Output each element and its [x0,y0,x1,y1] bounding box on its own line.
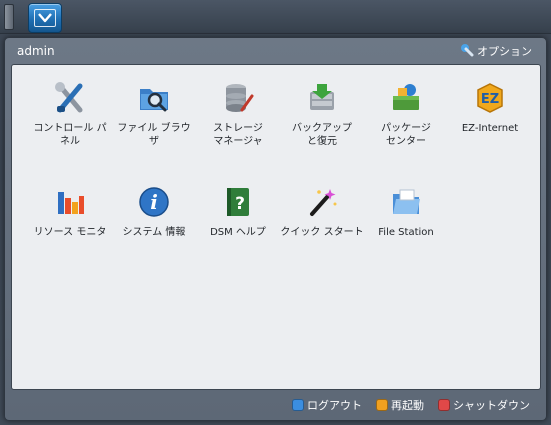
backup-restore-icon [306,82,338,114]
app-label: ファイル ブラウ ザ [117,123,191,147]
app-ez-internet[interactable]: EZ EZ-Internet [448,82,532,166]
options-label: オプション [477,45,532,58]
app-file-station[interactable]: File Station [364,186,448,270]
dsm-help-icon: ? [222,186,254,218]
control-panel-icon [54,82,86,114]
quick-start-icon [306,186,338,218]
restart-label: 再起動 [391,399,424,412]
app-label: リソース モニタ [33,227,107,238]
app-label: File Station [378,227,434,238]
taskbar [0,0,551,34]
app-backup-restore[interactable]: バックアップ と復元 [280,82,364,166]
main-menu-panel: admin オプション コントロール パ ネル ファイル ブラウ ザ ストレージ… [4,37,547,421]
app-resource-monitor[interactable]: リソース モニタ [28,186,112,270]
app-storage-manager[interactable]: ストレージ マネージャ [196,82,280,166]
options-button[interactable]: オプション [460,43,532,59]
wrench-icon [460,43,474,60]
taskbar-grip[interactable] [4,4,14,30]
app-package-center[interactable]: パッケージ センター [364,82,448,166]
shutdown-button[interactable]: シャットダウン [438,397,530,413]
shutdown-icon [438,399,450,411]
main-menu-button[interactable] [28,3,62,33]
file-station-icon [390,186,422,218]
file-browser-icon [138,82,170,114]
logout-label: ログアウト [307,399,362,412]
restart-icon [376,399,388,411]
resource-monitor-icon [54,186,86,218]
app-dsm-help[interactable]: ? DSM ヘルプ [196,186,280,270]
svg-text:i: i [150,190,158,214]
app-label: ストレージ マネージャ [213,123,263,147]
app-label: DSM ヘルプ [210,227,266,238]
svg-text:?: ? [235,194,245,214]
app-system-info[interactable]: i システム 情報 [112,186,196,270]
app-grid: コントロール パ ネル ファイル ブラウ ザ ストレージ マネージャ バックアッ… [11,64,541,390]
app-label: コントロール パ ネル [33,123,107,147]
package-center-icon [390,82,422,114]
chevron-down-icon [34,9,56,27]
shutdown-label: シャットダウン [453,399,530,412]
ez-internet-icon: EZ [474,82,506,114]
app-label: システム 情報 [122,227,186,238]
power-controls: ログアウト 再起動 シャットダウン [292,397,530,413]
restart-button[interactable]: 再起動 [376,397,424,413]
app-label: EZ-Internet [461,123,519,134]
app-label: クイック スタート [280,227,364,238]
svg-text:EZ: EZ [481,92,499,107]
app-label: パッケージ センター [381,123,431,147]
app-label: バックアップ と復元 [292,123,352,147]
logout-button[interactable]: ログアウト [292,397,362,413]
app-file-browser[interactable]: ファイル ブラウ ザ [112,82,196,166]
app-quick-start[interactable]: クイック スタート [280,186,364,270]
system-info-icon: i [138,186,170,218]
user-name: admin [17,44,55,58]
storage-manager-icon [222,82,254,114]
logout-icon [292,399,304,411]
app-control-panel[interactable]: コントロール パ ネル [28,82,112,166]
